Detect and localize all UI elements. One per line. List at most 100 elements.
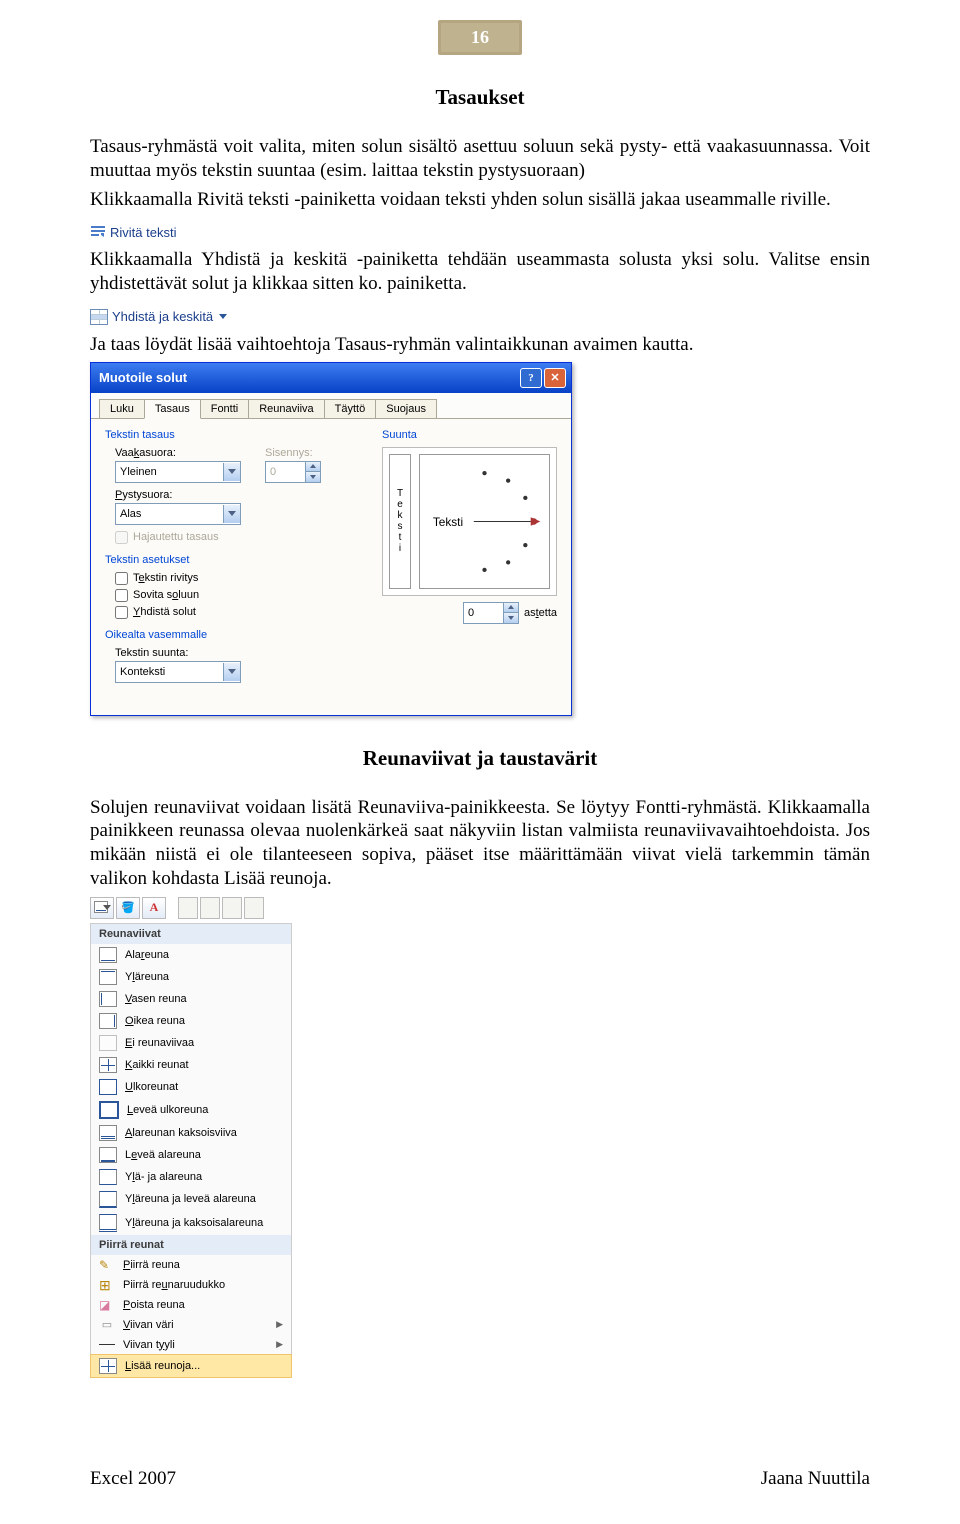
border-icon (99, 1057, 117, 1073)
spinner-indent[interactable]: 0 (265, 461, 321, 483)
border-icon (99, 1147, 117, 1163)
para-2: Klikkaamalla Yhdistä ja keskitä -painike… (90, 248, 870, 296)
borders-header: Reunaviivat (91, 924, 291, 944)
format-cells-dialog: Muotoile solut ? ✕ Luku Tasaus Fontti Re… (90, 362, 572, 716)
merge-label: Yhdistä ja keskitä (112, 309, 213, 324)
border-item[interactable]: Yläreuna (91, 966, 291, 988)
align-button[interactable] (222, 897, 242, 919)
draw-item[interactable]: Piirrä reuna (91, 1255, 291, 1275)
tab-luku[interactable]: Luku (99, 399, 145, 418)
border-icon (99, 969, 117, 985)
border-icon (99, 991, 117, 1007)
border-item[interactable]: Ulkoreunat (91, 1076, 291, 1098)
para-1: Tasaus-ryhmästä voit valita, miten solun… (90, 135, 870, 183)
more-borders-item[interactable]: Lisää reunoja... (90, 1354, 292, 1378)
orientation-arc[interactable]: Teksti (419, 454, 550, 589)
orientation-control[interactable]: Teksti Teksti (382, 447, 557, 596)
mini-toolbar: 🪣 A (90, 897, 870, 919)
tab-tasaus[interactable]: Tasaus (144, 399, 201, 419)
page-number-box: 16 (0, 0, 960, 55)
grid-icon (99, 1278, 115, 1292)
wrap-text-label: Rivitä teksti (110, 225, 176, 240)
select-direction[interactable]: Konteksti (115, 661, 241, 683)
svg-text:Teksti: Teksti (433, 514, 463, 528)
dialog-title: Muotoile solut (99, 370, 187, 385)
draw-item[interactable]: Viivan tyyli▶ (91, 1335, 291, 1355)
checkbox-justify: Hajautettu tasaus (115, 531, 364, 544)
group-text-align: Tekstin tasaus (105, 429, 364, 441)
tab-fontti[interactable]: Fontti (200, 399, 250, 418)
para-4: Solujen reunaviivat voidaan lisätä Reuna… (90, 796, 870, 891)
border-item[interactable]: Alareuna (91, 944, 291, 966)
label-direction: Tekstin suunta: (115, 647, 364, 659)
border-item[interactable]: Yläreuna ja kaksoisalareuna (91, 1211, 291, 1235)
para-1b: Klikkaamalla Rivitä teksti -painiketta v… (90, 188, 870, 212)
borders-menu: Reunaviivat AlareunaYläreunaVasen reunaO… (90, 923, 292, 1378)
checkbox-merge[interactable]: Yhdistä solut (115, 606, 364, 619)
help-button[interactable]: ? (520, 368, 542, 388)
border-item[interactable]: Yläreuna ja leveä alareuna (91, 1188, 291, 1211)
border-item[interactable]: Leveä ulkoreuna (91, 1098, 291, 1122)
dialog-titlebar: Muotoile solut ? ✕ (91, 363, 571, 393)
align-button[interactable] (178, 897, 198, 919)
border-icon (99, 1079, 117, 1095)
checkbox-shrink[interactable]: Sovita soluun (115, 589, 364, 602)
dialog-tabs: Luku Tasaus Fontti Reunaviiva Täyttö Suo… (91, 393, 571, 419)
fill-dropdown-button[interactable]: 🪣 (116, 897, 140, 919)
grid-icon (99, 1358, 117, 1374)
border-item[interactable]: Oikea reuna (91, 1010, 291, 1032)
wrap-text-icon (90, 224, 106, 240)
draw-borders-header: Piirrä reunat (91, 1235, 291, 1255)
draw-item[interactable]: Piirrä reunaruudukko (91, 1275, 291, 1295)
para-3: Ja taas löydät lisää vaihtoehtoja Tasaus… (90, 333, 870, 357)
border-dropdown-button[interactable] (90, 897, 114, 919)
tab-taytto[interactable]: Täyttö (324, 399, 377, 418)
spinner-degrees[interactable]: 0 (463, 602, 519, 624)
border-icon (99, 947, 117, 963)
border-icon (99, 1101, 119, 1119)
tab-suojaus[interactable]: Suojaus (375, 399, 437, 418)
tab-reunaviiva[interactable]: Reunaviiva (248, 399, 324, 418)
footer-left: Excel 2007 (90, 1468, 176, 1490)
eras-icon (99, 1298, 115, 1312)
label-degrees: astetta (524, 607, 557, 619)
align-button[interactable] (244, 897, 264, 919)
font-color-button[interactable]: A (142, 897, 166, 919)
draw-item[interactable]: Poista reuna (91, 1295, 291, 1315)
border-item[interactable]: Leveä alareuna (91, 1144, 291, 1166)
select-vertical[interactable]: Alas (115, 503, 241, 525)
align-button[interactable] (200, 897, 220, 919)
border-icon (99, 1125, 117, 1141)
line-icon (99, 1338, 115, 1352)
close-button[interactable]: ✕ (544, 368, 566, 388)
label-vertical: Pystysuora: (115, 489, 364, 501)
border-item[interactable]: Vasen reuna (91, 988, 291, 1010)
heading-reunaviivat: Reunaviivat ja taustavärit (90, 746, 870, 771)
footer-right: Jaana Nuuttila (761, 1468, 870, 1490)
border-item[interactable]: Kaikki reunat (91, 1054, 291, 1076)
label-horizontal: Vaakasuora: (115, 447, 241, 459)
border-icon (99, 1035, 117, 1051)
select-horizontal[interactable]: Yleinen (115, 461, 241, 483)
page-number: 16 (438, 20, 522, 55)
group-rtl: Oikealta vasemmalle (105, 629, 364, 641)
pal-icon (99, 1318, 115, 1332)
heading-tasaukset: Tasaukset (90, 85, 870, 110)
group-text-settings: Tekstin asetukset (105, 554, 364, 566)
chevron-down-icon (219, 314, 227, 319)
checkbox-wrap[interactable]: Tekstin rivitys (115, 572, 364, 585)
merge-center-button[interactable]: Yhdistä ja keskitä (90, 309, 227, 325)
border-icon (99, 1191, 117, 1208)
group-orientation: Suunta (382, 429, 557, 441)
border-icon (99, 1013, 117, 1029)
border-item[interactable]: Ylä- ja alareuna (91, 1166, 291, 1188)
merge-icon (90, 309, 108, 325)
border-item[interactable]: Ei reunaviivaa (91, 1032, 291, 1054)
wrap-text-button[interactable]: Rivitä teksti (90, 224, 176, 240)
border-icon (99, 1169, 117, 1185)
label-indent: Sisennys: (265, 447, 321, 459)
draw-item[interactable]: Viivan väri▶ (91, 1315, 291, 1335)
vertical-text-box[interactable]: Teksti (389, 454, 411, 589)
border-icon (99, 1214, 117, 1232)
border-item[interactable]: Alareunan kaksoisviiva (91, 1122, 291, 1144)
